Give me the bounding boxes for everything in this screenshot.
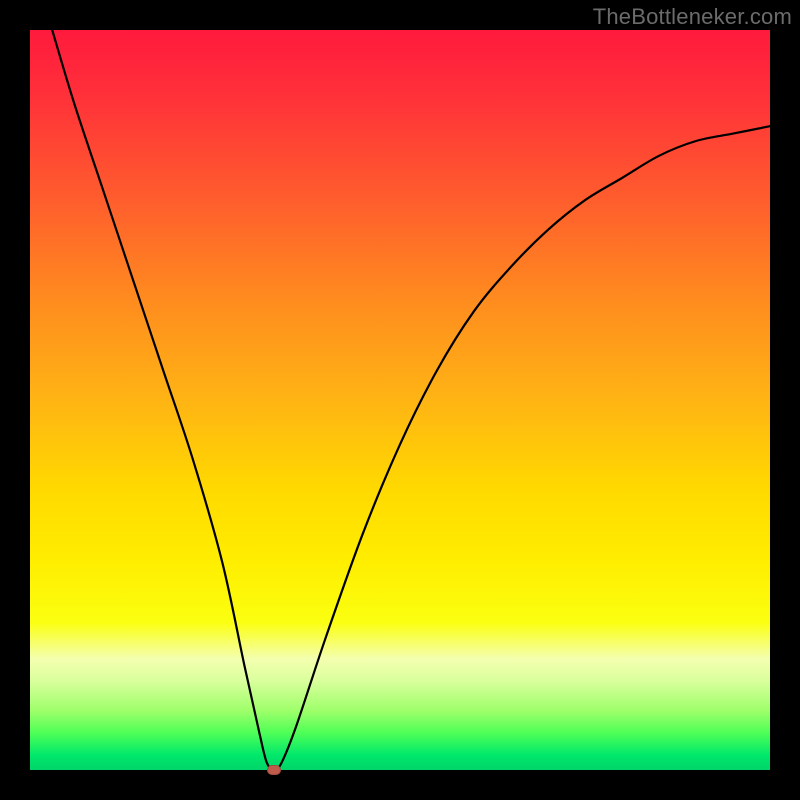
watermark-text: TheBottleneker.com	[593, 4, 792, 30]
minimum-marker	[267, 765, 281, 775]
plot-area	[30, 30, 770, 770]
bottleneck-curve	[30, 30, 770, 770]
chart-frame: TheBottleneker.com	[0, 0, 800, 800]
